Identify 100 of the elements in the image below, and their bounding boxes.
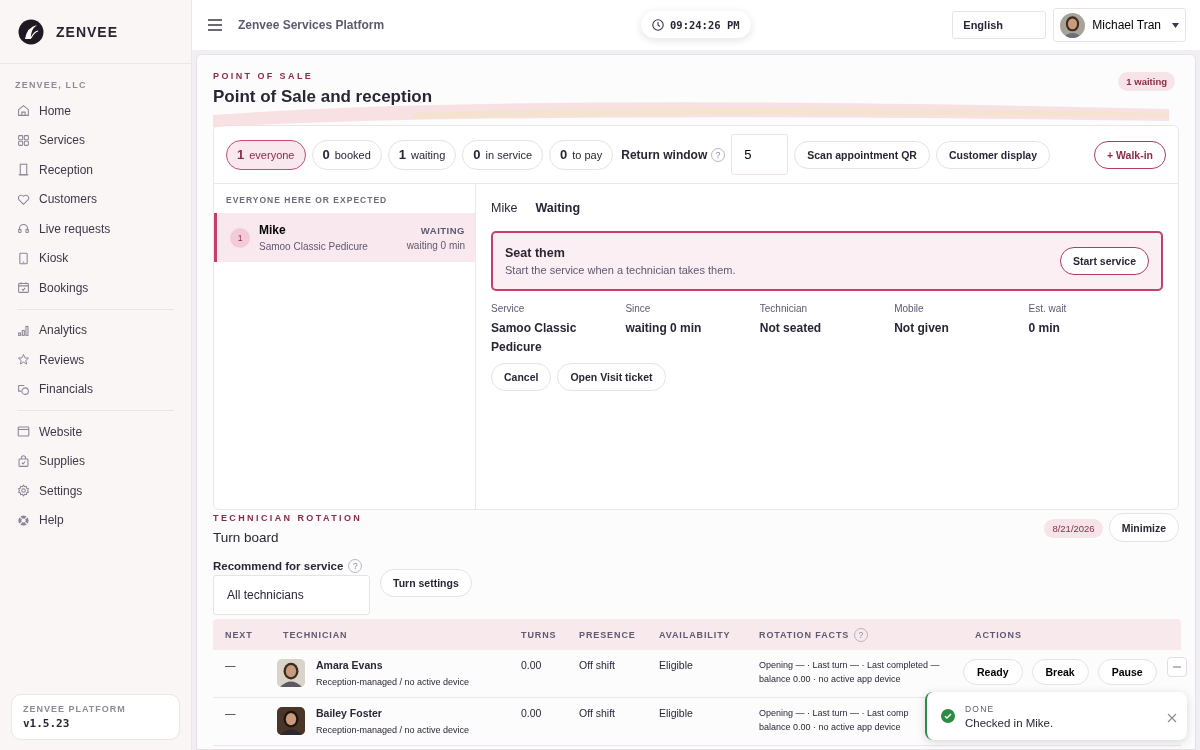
settings-icon [17, 484, 30, 498]
technician-select[interactable]: All technicians [213, 575, 370, 615]
fact-value: Not seated [759, 320, 823, 337]
rotation-fact: balance 0.00 · no active app device [759, 721, 901, 734]
user-menu[interactable]: Michael Tran [1053, 8, 1186, 42]
sidebar-item[interactable]: Home [0, 96, 191, 126]
turns-cell-text: 0.00 [520, 659, 543, 671]
fact-value: Not given [894, 320, 950, 337]
customer-name: Mike [491, 201, 518, 215]
close-icon[interactable] [1167, 711, 1177, 721]
collapse-button[interactable] [1167, 657, 1187, 677]
column-header: TECHNICIAN [282, 629, 349, 640]
action-button[interactable]: Cancel [491, 363, 552, 391]
fact-label: Service [491, 303, 526, 314]
customer-name: Mike [259, 223, 287, 237]
filter-chip[interactable]: 1 waiting [387, 139, 457, 170]
status-label: Waiting [535, 201, 581, 215]
minus-icon [1173, 666, 1181, 668]
headset-icon [17, 222, 30, 236]
section-label: POINT OF SALE [213, 71, 315, 81]
technician-note: Reception-managed / no active device [316, 677, 470, 687]
presence-cell-text: Off shift [578, 707, 616, 719]
sidebar-item[interactable]: Services [0, 125, 191, 155]
sidebar-item[interactable]: Reception [0, 155, 191, 185]
caret-icon [1172, 22, 1179, 28]
return-window-field[interactable]: 5 [731, 134, 789, 175]
column-header: AVAILABILITY [658, 629, 732, 640]
version-number: v1.5.23 [23, 717, 71, 730]
home-icon [17, 104, 30, 118]
rotation-fact: Opening — · Last turn — · Last completed — [759, 659, 940, 672]
filter-chip[interactable]: 1 everyone [226, 139, 306, 170]
filter-chip[interactable]: 0 to pay [549, 139, 614, 170]
fact-value: 0 min [1028, 320, 1061, 337]
clock-time: 09:24:26 PM [670, 18, 740, 31]
browser-icon [17, 425, 30, 439]
column-header: NEXT [224, 629, 254, 640]
wait-time: waiting 0 min [406, 239, 465, 251]
start-service-button[interactable]: Start service [1059, 247, 1149, 275]
logo-icon [18, 18, 44, 45]
walk-in-button[interactable]: + Walk-in [1094, 140, 1166, 169]
rotation-fact: Opening — · Last turn — · Last comp [759, 707, 909, 720]
platform-label: ZENVEE PLATFORM [23, 704, 127, 714]
toolbar-button[interactable]: Scan appointment QR [794, 140, 930, 169]
technician-note: Reception-managed / no active device [316, 725, 470, 735]
callout-text: Start the service when a technician takes them. [505, 264, 736, 276]
rotation-fact: balance 0.00 · no active app device [759, 673, 901, 686]
clock-icon [652, 18, 664, 31]
filter-chip[interactable]: 0 booked [311, 139, 382, 170]
sidebar-item[interactable]: Settings [0, 476, 191, 506]
page-title: Point of Sale and reception [213, 87, 434, 107]
sidebar-item[interactable]: Help [0, 505, 191, 535]
heart-icon [17, 192, 30, 206]
rotation-action-button[interactable]: Ready [963, 659, 1023, 685]
sidebar-item[interactable]: Analytics [0, 315, 191, 345]
toast-message: Checked in Mike. [965, 716, 1054, 729]
fact-label: Since [625, 303, 652, 314]
bar-chart-icon [17, 323, 30, 337]
date-badge: 8/21/2026 [1044, 519, 1103, 538]
sidebar-item[interactable]: Bookings [0, 273, 191, 303]
queue-number: 1 [230, 227, 250, 248]
rotation-action-button[interactable]: Break [1031, 659, 1089, 685]
turns-cell-text: 0.00 [520, 707, 543, 719]
fact-label: Technician [759, 303, 809, 314]
queue-item[interactable]: 1 Mike Samoo Classic Pedicure WAITING waiting 0 min [214, 213, 475, 262]
toolbar-button[interactable]: Customer display [935, 140, 1050, 169]
bag-icon [17, 454, 30, 468]
action-button[interactable]: Open Visit ticket [557, 363, 666, 391]
column-header: ROTATION FACTS [759, 629, 850, 640]
sidebar-item[interactable]: Financials [0, 374, 191, 404]
status-label: WAITING [419, 224, 465, 236]
sidebar-item[interactable]: Live requests [0, 214, 191, 244]
door-icon [17, 163, 30, 177]
fact-label: Est. wait [1028, 303, 1068, 314]
next-cell-text: — [224, 707, 237, 719]
next-cell-text: — [224, 659, 237, 671]
sidebar-item[interactable]: Website [0, 417, 191, 447]
presence-cell-text: Off shift [578, 659, 616, 671]
tablet-icon [17, 251, 30, 265]
sidebar-item[interactable]: Supplies [0, 446, 191, 476]
section-title: Turn board [213, 530, 280, 545]
check-icon [941, 709, 955, 723]
rotation-action-button[interactable]: Pause [1097, 659, 1157, 685]
fact-value: waiting 0 min [625, 320, 703, 337]
waiting-count: 1 waiting [1118, 72, 1175, 91]
app-title: Zenvee Services Platform [238, 18, 385, 32]
minimize-button[interactable]: Minimize [1108, 513, 1179, 542]
grid-icon [17, 133, 30, 147]
language-select[interactable]: English [952, 11, 1047, 39]
service-name: Samoo Classic Pedicure [259, 241, 368, 252]
sidebar-item[interactable]: Customers [0, 184, 191, 214]
turn-settings-button[interactable]: Turn settings [380, 569, 472, 597]
filter-chip[interactable]: 0 in service [462, 139, 543, 170]
lifebuoy-icon [17, 513, 30, 527]
sidebar-item[interactable]: Reviews [0, 345, 191, 375]
sidebar-item[interactable]: Kiosk [0, 243, 191, 273]
callout-title: Seat them [505, 246, 566, 260]
return-window-label: Return window [621, 147, 708, 162]
fact-label: Mobile [894, 303, 925, 314]
menu-icon[interactable] [208, 19, 222, 31]
technician-name: Bailey Foster [316, 707, 383, 719]
